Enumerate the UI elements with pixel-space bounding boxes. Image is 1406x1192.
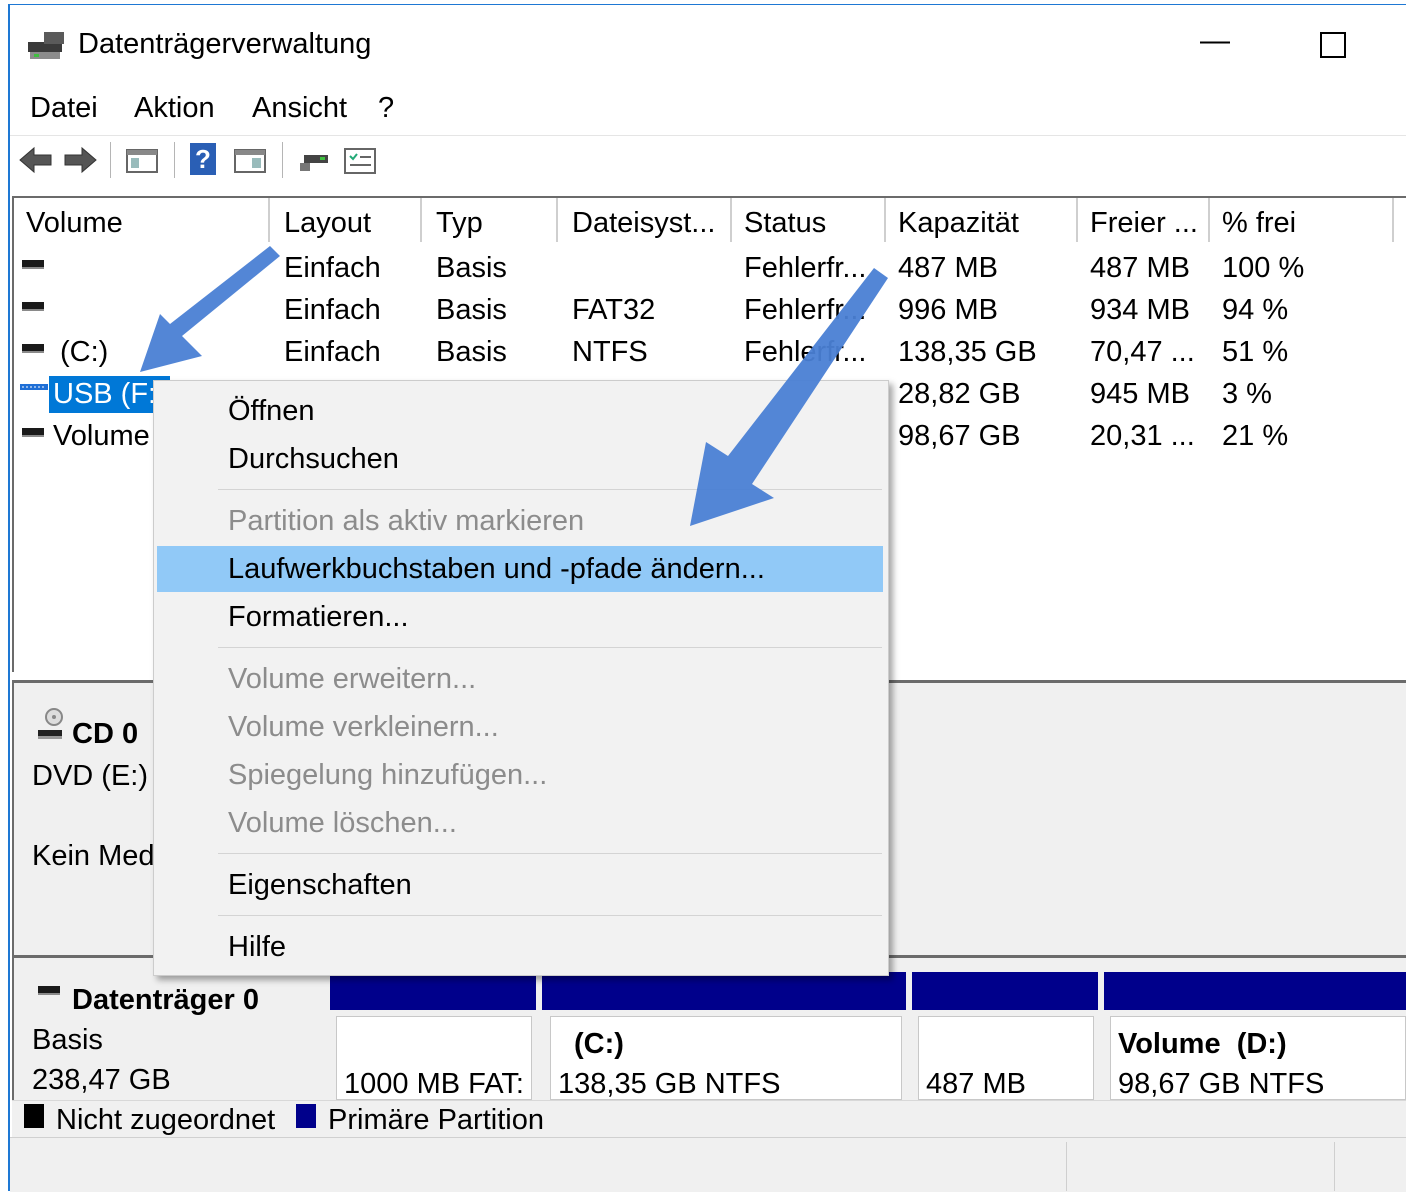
annotation-arrows [140, 246, 888, 526]
annotation-arrow-menu-item [690, 268, 888, 526]
annotation-arrow-usb [140, 246, 280, 372]
